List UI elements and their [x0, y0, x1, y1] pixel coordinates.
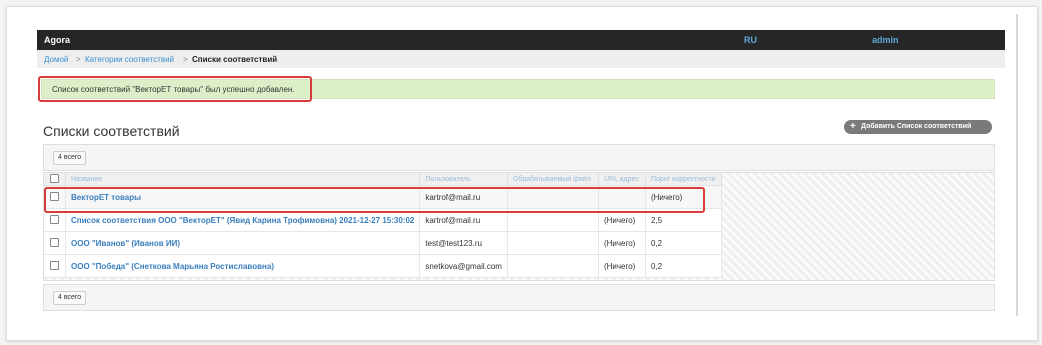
column-header-url[interactable]: URL адрес	[598, 173, 646, 186]
row-checkbox[interactable]	[50, 214, 59, 224]
pager-top: 4 всего	[43, 144, 995, 171]
row-url: (Ничего)	[598, 231, 646, 255]
alert-highlight-box	[38, 76, 312, 102]
row-select-cell	[44, 231, 66, 255]
user-menu[interactable]: admin	[872, 35, 899, 45]
column-header-user[interactable]: Пользователь	[419, 173, 508, 186]
app-title[interactable]: Agora	[44, 35, 70, 45]
add-list-button-label: Добавить Список соответствий	[861, 123, 972, 130]
breadcrumb: Домой > Категории соответствий > Списки …	[37, 50, 1005, 68]
page-title: Списки соответствий	[43, 123, 180, 139]
table-header-row: Название Пользователь Обрабатываемый фай…	[44, 173, 722, 186]
breadcrumb-separator: >	[76, 55, 81, 64]
breadcrumb-categories[interactable]: Категории соответствий	[85, 55, 174, 64]
table-row: ООО "Иванов" (Иванов ИИ) test@test123.ru…	[44, 231, 722, 255]
select-all-checkbox[interactable]	[50, 173, 59, 183]
column-header-threshold[interactable]: Порог корректности	[645, 173, 722, 186]
breadcrumb-current: Списки соответствий	[192, 55, 278, 64]
language-switch[interactable]: RU	[744, 35, 757, 45]
total-count-badge[interactable]: 4 всего	[53, 151, 87, 165]
scrollbar-track[interactable]	[1016, 14, 1018, 316]
breadcrumb-home[interactable]: Домой	[44, 55, 68, 64]
row-user: test@test123.ru	[419, 231, 508, 255]
pager-bottom: 4 всего	[43, 284, 995, 311]
row-url: (Ничего)	[598, 254, 646, 278]
top-navbar: Agora RU admin	[37, 30, 1005, 50]
row-file	[507, 231, 599, 255]
select-all-header	[44, 173, 66, 186]
add-list-button[interactable]: + Добавить Список соответствий	[844, 120, 992, 134]
breadcrumb-separator: >	[183, 55, 188, 64]
row-checkbox[interactable]	[50, 260, 59, 270]
row-threshold: 0,2	[645, 254, 722, 278]
row-highlight-box	[44, 187, 705, 213]
column-header-file[interactable]: Обрабатываемый файл	[507, 173, 599, 186]
plus-icon: +	[850, 121, 856, 132]
row-name-link[interactable]: ООО "Победа" (Снеткова Марьяна Ростислав…	[65, 254, 421, 278]
total-count-badge[interactable]: 4 всего	[53, 291, 87, 305]
row-name-link[interactable]: ООО "Иванов" (Иванов ИИ)	[65, 231, 421, 255]
row-file	[507, 254, 599, 278]
row-threshold: 0,2	[645, 231, 722, 255]
row-select-cell	[44, 254, 66, 278]
table-row: ООО "Победа" (Снеткова Марьяна Ростислав…	[44, 254, 722, 278]
row-user: snetkova@gmail.com	[419, 254, 508, 278]
column-header-name[interactable]: Название	[65, 173, 421, 186]
row-checkbox[interactable]	[50, 237, 59, 247]
